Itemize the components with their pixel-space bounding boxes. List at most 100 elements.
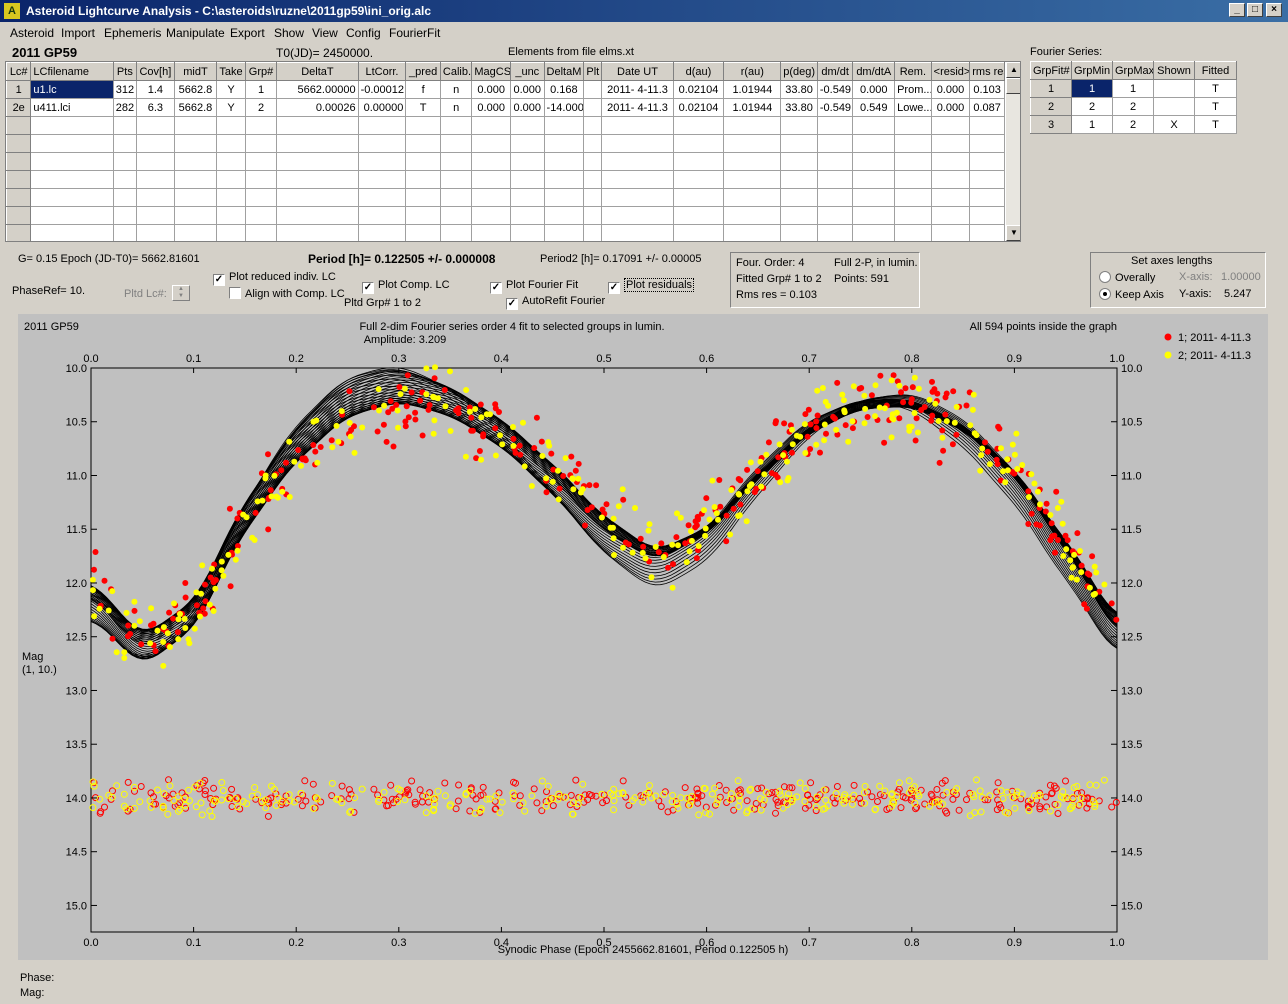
minimize-button[interactable]: _ xyxy=(1229,3,1245,17)
maximize-button[interactable]: □ xyxy=(1247,3,1263,17)
scroll-down-icon[interactable]: ▼ xyxy=(1006,225,1020,241)
menu-ephemeris[interactable]: Ephemeris xyxy=(104,26,161,40)
table-cell[interactable]: 0.000 xyxy=(852,80,896,99)
table-cell[interactable]: 0.103 xyxy=(969,80,1005,99)
col-header[interactable]: Cov[h] xyxy=(136,62,175,81)
table-cell[interactable]: -14.000 xyxy=(543,98,585,117)
table-cell[interactable] xyxy=(583,98,603,117)
checkbox-mark[interactable]: ✓ xyxy=(506,298,518,310)
table-cell[interactable]: -0.549 xyxy=(816,80,854,99)
radio-icon[interactable] xyxy=(1099,271,1111,283)
table-cell[interactable]: 0.02104 xyxy=(672,80,725,99)
table-cell[interactable]: T xyxy=(1194,97,1237,116)
table-cell[interactable]: 2 xyxy=(1112,115,1154,134)
checkbox-mark[interactable] xyxy=(229,287,241,299)
checkbox-mark[interactable]: ✓ xyxy=(608,282,620,294)
scroll-thumb[interactable] xyxy=(1006,78,1020,94)
autorefit-checkbox[interactable]: ✓ AutoRefit Fourier xyxy=(506,295,605,310)
close-button[interactable]: × xyxy=(1266,3,1282,17)
col-header[interactable]: Plt xyxy=(583,62,603,81)
col-header[interactable]: rms res xyxy=(969,62,1005,81)
col-header[interactable]: Pts xyxy=(112,62,138,81)
row-header[interactable] xyxy=(6,206,32,225)
table-cell[interactable]: -0.00012 xyxy=(357,80,407,99)
table-cell[interactable]: 0.000 xyxy=(930,98,971,117)
col-header[interactable]: d(au) xyxy=(672,62,725,81)
col-header[interactable]: r(au) xyxy=(723,62,782,81)
col-header[interactable]: _unc xyxy=(510,62,545,81)
table-cell[interactable]: 1.01944 xyxy=(723,80,782,99)
row-header[interactable]: 2e xyxy=(6,98,32,117)
col-header[interactable]: p(deg) xyxy=(780,62,818,81)
table-cell[interactable]: 0.00000 xyxy=(357,98,407,117)
row-header[interactable]: 2 xyxy=(1030,97,1072,116)
table-row[interactable]: 2 2 2 T xyxy=(1030,97,1237,116)
table-cell[interactable]: 1.4 xyxy=(136,80,175,99)
table-row[interactable]: 1 1 1 T xyxy=(1030,79,1237,98)
row-header[interactable]: 3 xyxy=(1030,115,1072,134)
table-row[interactable]: 1 u1.lc 312 1.4 5662.8 Y 1 5662.00000 -0… xyxy=(6,80,1005,99)
col-header[interactable]: midT xyxy=(173,62,218,81)
pltd-lc-spinner[interactable]: ▲ ▼ xyxy=(172,285,190,301)
plot-fourier-checkbox[interactable]: ✓ Plot Fourier Fit xyxy=(490,279,578,294)
table-cell[interactable]: 0.000 xyxy=(471,98,511,117)
table-cell[interactable]: T xyxy=(405,98,441,117)
table-cell[interactable]: 282 xyxy=(112,98,138,117)
table-row[interactable]: 3 1 2 X T xyxy=(1030,115,1237,134)
align-comp-checkbox[interactable]: Align with Comp. LC xyxy=(229,287,345,300)
table-row[interactable]: 2e u411.lci 282 6.3 5662.8 Y 2 0.00026 0… xyxy=(6,98,1005,117)
table-cell[interactable]: X xyxy=(1153,115,1195,134)
menu-manipulate[interactable]: Manipulate xyxy=(166,26,225,40)
table-cell[interactable]: 33.80 xyxy=(780,80,818,99)
col-header[interactable]: dm/dt xyxy=(816,62,854,81)
table-cell[interactable]: Lowe... xyxy=(894,98,932,117)
plot-comp-checkbox[interactable]: ✓ Plot Comp. LC xyxy=(362,279,450,294)
table-cell[interactable]: 2 xyxy=(244,98,278,117)
menu-show[interactable]: Show xyxy=(274,26,304,40)
col-header[interactable]: Take xyxy=(216,62,246,81)
table-cell[interactable]: 312 xyxy=(112,80,138,99)
lightcurve-chart[interactable]: 0.00.00.10.10.20.20.30.30.40.40.50.50.60… xyxy=(18,314,1268,960)
table-cell[interactable]: 1 xyxy=(1071,115,1113,134)
col-header[interactable]: Fitted xyxy=(1194,61,1237,80)
table-cell[interactable]: 0.000 xyxy=(471,80,511,99)
radio-icon[interactable] xyxy=(1099,288,1111,300)
overally-radio[interactable]: Overally xyxy=(1099,271,1155,284)
table-cell[interactable] xyxy=(583,80,603,99)
table-cell[interactable]: 0.000 xyxy=(510,98,545,117)
table-row[interactable] xyxy=(6,188,1005,207)
lc-filename-cell[interactable]: u411.lci xyxy=(30,98,114,117)
table-cell[interactable]: 2 xyxy=(1071,97,1113,116)
col-header[interactable]: Rem. xyxy=(894,62,932,81)
table-cell[interactable]: 2 xyxy=(1112,97,1154,116)
checkbox-mark[interactable]: ✓ xyxy=(490,282,502,294)
table-cell[interactable]: Y xyxy=(216,98,246,117)
col-header[interactable]: _pred xyxy=(405,62,441,81)
col-header[interactable]: GrpFit# xyxy=(1030,61,1072,80)
table-cell[interactable]: Prom... xyxy=(894,80,932,99)
row-header[interactable]: 1 xyxy=(1030,79,1072,98)
col-header[interactable]: Grp# xyxy=(244,62,278,81)
table-cell[interactable]: -0.549 xyxy=(816,98,854,117)
col-header[interactable]: LCfilename xyxy=(30,62,114,81)
table-row[interactable] xyxy=(6,224,1005,241)
col-header[interactable]: GrpMin xyxy=(1071,61,1113,80)
table-row[interactable] xyxy=(6,116,1005,135)
table-row[interactable] xyxy=(6,206,1005,225)
col-header[interactable]: Shown xyxy=(1153,61,1195,80)
col-header[interactable]: Lc# xyxy=(6,62,32,81)
menu-asteroid[interactable]: Asteroid xyxy=(10,26,54,40)
plot-reduced-checkbox[interactable]: ✓ Plot reduced indiv. LC xyxy=(213,271,336,286)
table-cell[interactable]: 0.168 xyxy=(543,80,585,99)
table-cell[interactable]: 1.01944 xyxy=(723,98,782,117)
col-header[interactable]: <resid> xyxy=(930,62,971,81)
row-header[interactable] xyxy=(6,134,32,153)
row-header[interactable] xyxy=(6,116,32,135)
table-cell[interactable]: f xyxy=(405,80,441,99)
table-cell[interactable] xyxy=(1153,79,1195,98)
menu-fourierfit[interactable]: FourierFit xyxy=(389,26,440,40)
table-row[interactable] xyxy=(6,152,1005,171)
col-header[interactable]: DeltaM xyxy=(543,62,585,81)
table-cell[interactable]: 0.549 xyxy=(852,98,896,117)
row-header[interactable] xyxy=(6,170,32,189)
